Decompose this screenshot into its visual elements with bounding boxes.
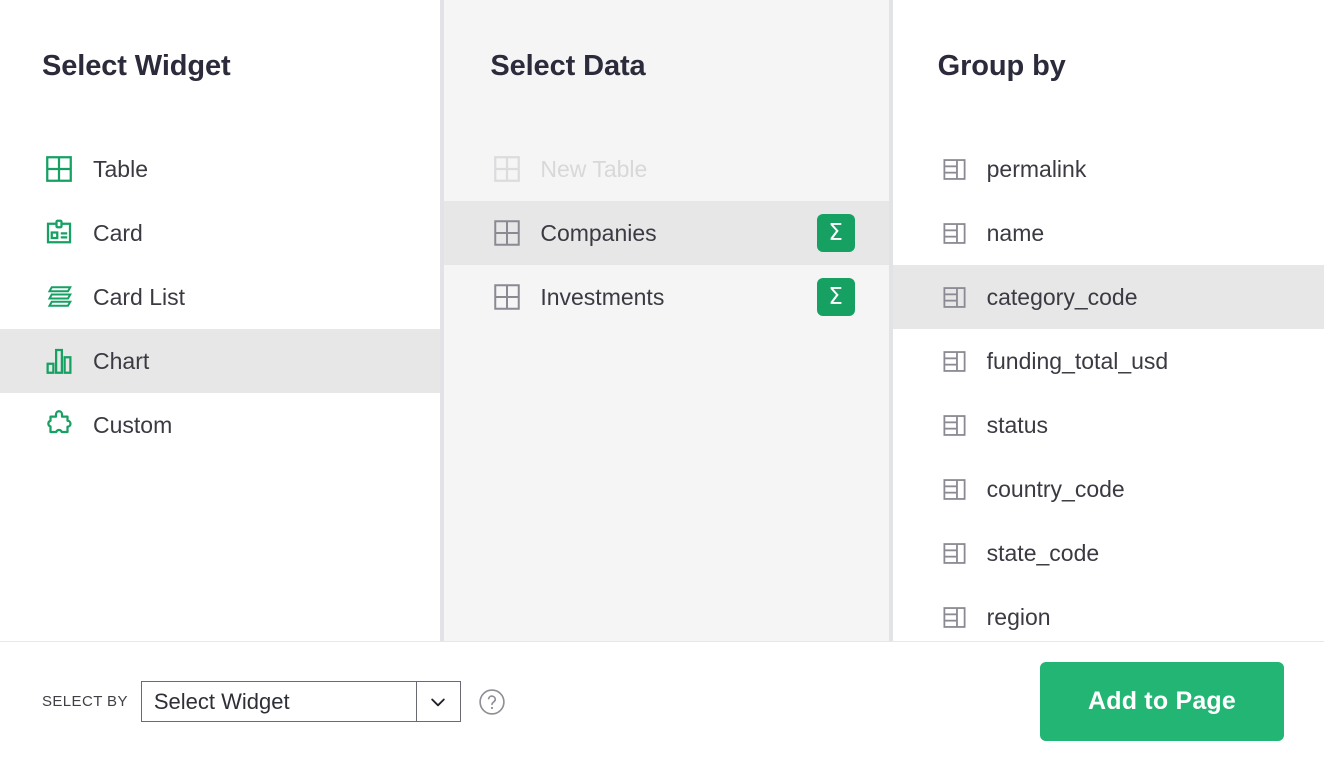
table-grid-icon (490, 152, 524, 186)
group-row-state-code[interactable]: state_code (893, 521, 1324, 585)
group-row-label: funding_total_usd (987, 348, 1169, 375)
widget-row-label: Chart (93, 348, 149, 375)
pane-title-select-widget: Select Widget (0, 52, 231, 81)
widget-row-card[interactable]: Card (0, 201, 440, 265)
summary-sigma-badge[interactable]: Σ (817, 214, 855, 252)
widget-row-label: Card List (93, 284, 185, 311)
group-by-list[interactable]: permalink name (893, 137, 1324, 641)
table-grid-icon (490, 216, 524, 250)
group-row-status[interactable]: status (893, 393, 1324, 457)
group-row-country-code[interactable]: country_code (893, 457, 1324, 521)
group-row-label: category_code (987, 284, 1138, 311)
widget-row-card-list[interactable]: Card List (0, 265, 440, 329)
pane-select-widget: Select Widget Table (0, 0, 440, 641)
column-icon (938, 152, 972, 186)
widget-row-table[interactable]: Table (0, 137, 440, 201)
column-icon (938, 344, 972, 378)
pane-title-select-data: Select Data (444, 52, 645, 81)
data-row-new-table[interactable]: New Table (444, 137, 888, 201)
group-row-label: state_code (987, 540, 1100, 567)
widget-row-custom[interactable]: Custom (0, 393, 440, 457)
chevron-down-icon[interactable] (417, 681, 460, 722)
group-row-category-code[interactable]: category_code (893, 265, 1324, 329)
dialog-footer: SELECT BY Select Widget Add to Page (0, 642, 1324, 761)
table-grid-icon (42, 152, 76, 186)
group-row-name[interactable]: name (893, 201, 1324, 265)
column-icon (938, 280, 972, 314)
pane-select-data: Select Data New Table (444, 0, 888, 641)
column-icon (938, 216, 972, 250)
question-circle-icon[interactable] (478, 688, 506, 716)
add-to-page-button[interactable]: Add to Page (1040, 662, 1284, 741)
widget-row-label: Card (93, 220, 143, 247)
summary-sigma-badge[interactable]: Σ (817, 278, 855, 316)
select-by-label: SELECT BY (42, 693, 128, 710)
group-row-funding-total-usd[interactable]: funding_total_usd (893, 329, 1324, 393)
column-icon (938, 408, 972, 442)
group-row-label: region (987, 604, 1051, 631)
data-row-label: Investments (540, 284, 664, 311)
data-row-companies[interactable]: Companies Σ (444, 201, 888, 265)
group-row-label: permalink (987, 156, 1087, 183)
select-by-value: Select Widget (142, 689, 416, 715)
group-row-label: name (987, 220, 1045, 247)
data-row-investments[interactable]: Investments Σ (444, 265, 888, 329)
group-row-permalink[interactable]: permalink (893, 137, 1324, 201)
panes-container: Select Widget Table (0, 0, 1324, 641)
widget-row-label: Custom (93, 412, 172, 439)
card-badge-icon (42, 216, 76, 250)
widget-list[interactable]: Table Card (0, 137, 440, 641)
bar-chart-icon (42, 344, 76, 378)
group-row-label: status (987, 412, 1048, 439)
widget-row-chart[interactable]: Chart (0, 329, 440, 393)
column-icon (938, 472, 972, 506)
widget-row-label: Table (93, 156, 148, 183)
table-grid-icon (490, 280, 524, 314)
pane-group-by: Group by permalink (893, 0, 1324, 641)
group-row-label: country_code (987, 476, 1125, 503)
puzzle-piece-icon (42, 408, 76, 442)
widget-picker-dialog: Select Widget Table (0, 0, 1324, 761)
data-list[interactable]: New Table Companies Σ (444, 137, 888, 641)
column-icon (938, 536, 972, 570)
select-by-dropdown[interactable]: Select Widget (141, 681, 461, 722)
data-row-label: New Table (540, 156, 647, 183)
pane-title-group-by: Group by (893, 52, 1066, 81)
group-row-region[interactable]: region (893, 585, 1324, 641)
card-list-icon (42, 280, 76, 314)
data-row-label: Companies (540, 220, 656, 247)
column-icon (938, 600, 972, 634)
